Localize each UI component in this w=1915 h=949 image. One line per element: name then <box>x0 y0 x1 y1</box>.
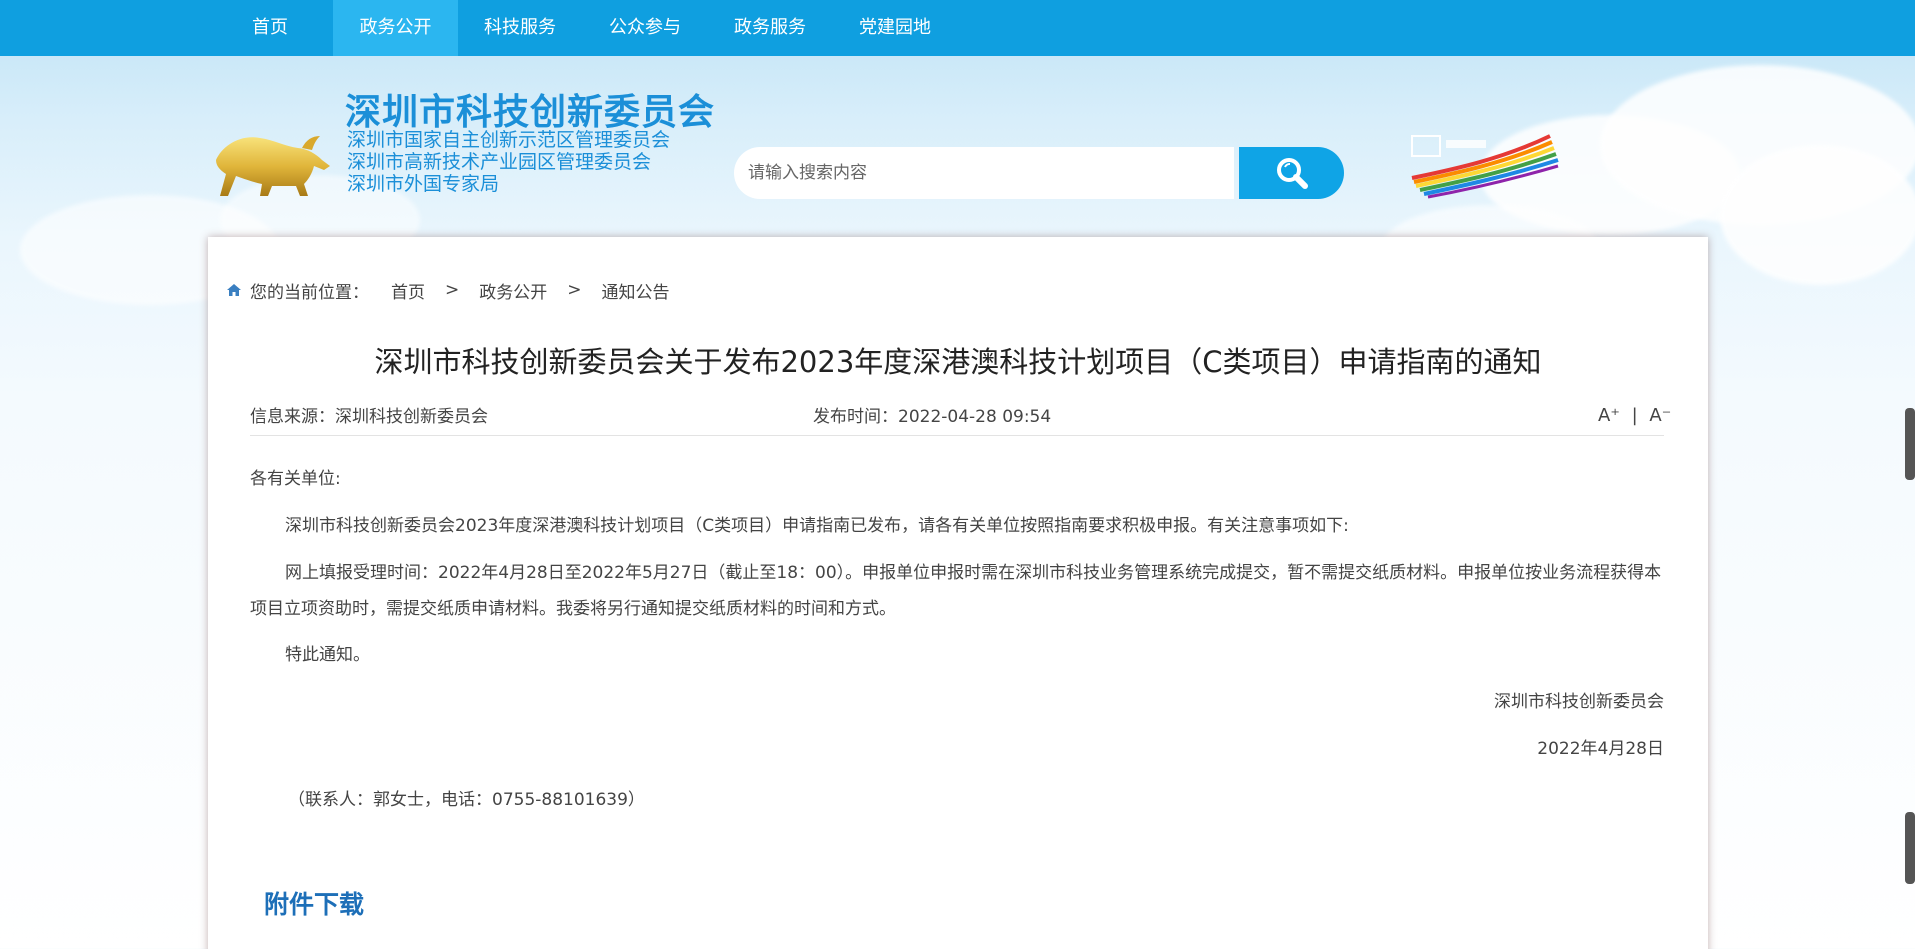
article-contact: （联系人：郭女士，电话：0755-88101639） <box>288 790 645 810</box>
organization-subtitle: 深圳市高新技术产业园区管理委员会 <box>347 151 652 173</box>
article-salutation: 各有关单位: <box>250 469 341 489</box>
nav-item-public-participation[interactable]: 公众参与 <box>595 0 695 56</box>
nav-item-home[interactable]: 首页 <box>225 0 315 56</box>
breadcrumb-item-home[interactable]: 首页 <box>391 278 425 303</box>
font-size-controls: A⁺ | A⁻ <box>1598 405 1671 426</box>
breadcrumb-label: 您的当前位置： <box>250 282 369 303</box>
article-paragraph: 深圳市科技创新委员会2023年度深港澳科技计划项目（C类项目）申请指南已发布，请… <box>285 516 1349 536</box>
nav-item-government-affairs[interactable]: 政务公开 <box>333 0 458 56</box>
breadcrumb-separator: > <box>445 280 460 300</box>
organization-subtitle: 深圳市国家自主创新示范区管理委员会 <box>347 129 671 151</box>
article-paragraph: 网上填报受理时间：2022年4月28日至2022年5月27日（截止至18：00）… <box>250 563 1662 619</box>
font-increase-button[interactable]: A⁺ <box>1598 405 1620 426</box>
home-icon <box>227 284 241 296</box>
organization-title: 深圳市科技创新委员会 <box>345 91 716 133</box>
scrollbar-thumb[interactable] <box>1905 408 1915 480</box>
search-input[interactable] <box>734 147 1234 199</box>
shenzhen-city-logo-icon <box>1411 134 1559 199</box>
organization-subtitle: 深圳市外国专家局 <box>347 173 500 195</box>
breadcrumb-separator: > <box>567 280 582 300</box>
article-signature: 深圳市科技创新委员会 <box>1494 692 1664 712</box>
font-decrease-button[interactable]: A⁻ <box>1649 405 1671 426</box>
article-card: 您的当前位置： 首页 > 政务公开 > 通知公告 深圳市科技创新委员会关于发布2… <box>208 237 1708 949</box>
breadcrumb-item-notices[interactable]: 通知公告 <box>602 278 670 303</box>
article-closing: 特此通知。 <box>285 645 370 665</box>
bull-logo-icon <box>216 136 330 196</box>
article-title: 深圳市科技创新委员会关于发布2023年度深港澳科技计划项目（C类项目）申请指南的… <box>374 345 1542 379</box>
search-icon <box>1276 158 1308 189</box>
nav-item-tech-services[interactable]: 科技服务 <box>470 0 570 56</box>
article-publish-time: 发布时间：2022-04-28 09:54 <box>813 407 1052 427</box>
article-source: 信息来源：深圳科技创新委员会 <box>250 407 488 427</box>
nav-item-government-services[interactable]: 政务服务 <box>720 0 820 56</box>
article-date: 2022年4月28日 <box>1537 739 1664 759</box>
attachments-heading: 附件下载 <box>264 890 365 919</box>
nav-item-party-building[interactable]: 党建园地 <box>845 0 945 56</box>
meta-divider <box>250 435 1664 436</box>
top-navigation-bar: 首页 政务公开 科技服务 公众参与 政务服务 党建园地 <box>0 0 1915 56</box>
search-button[interactable] <box>1239 147 1344 199</box>
breadcrumb: 您的当前位置： 首页 > 政务公开 > 通知公告 <box>226 278 670 303</box>
breadcrumb-item-government-affairs[interactable]: 政务公开 <box>479 278 547 303</box>
font-size-separator: | <box>1631 405 1638 426</box>
scrollbar-thumb[interactable] <box>1905 812 1915 884</box>
